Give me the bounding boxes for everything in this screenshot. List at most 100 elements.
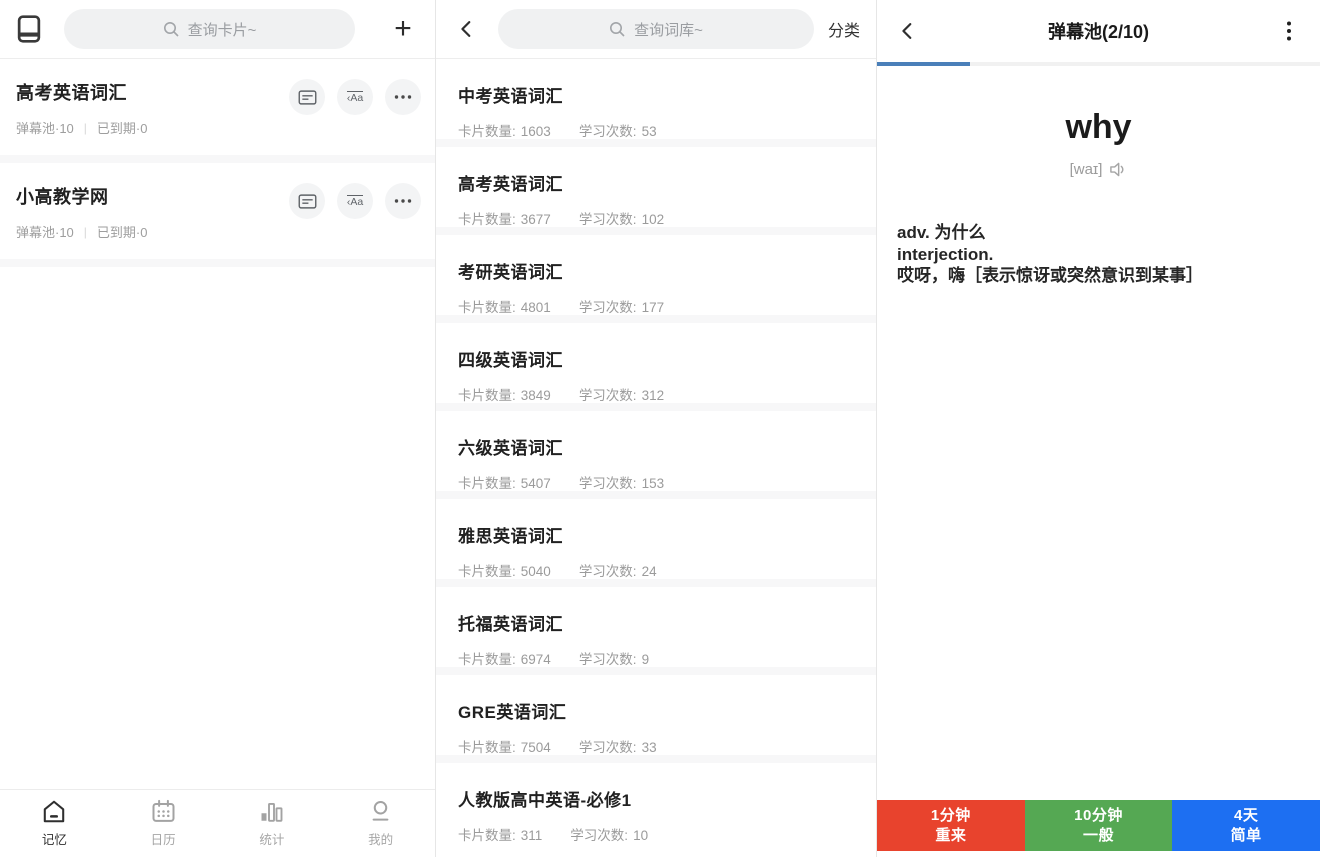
deck-list-panel: 查询卡片~ + 高考英语词汇 弹幕池·10 | 已到期·0 xyxy=(0,0,436,857)
nav-item-calendar[interactable]: 日历 xyxy=(109,790,218,857)
library-row[interactable]: 考研英语词汇 卡片数量:4801 学习次数:177 xyxy=(436,235,876,315)
cards-label: 卡片数量: xyxy=(458,740,516,755)
study-label: 学习次数: xyxy=(579,652,637,667)
library-title: 中考英语词汇 xyxy=(458,82,854,107)
library-row[interactable]: GRE英语词汇 卡片数量:7504 学习次数:33 xyxy=(436,675,876,755)
library-row[interactable]: 人教版高中英语-必修1 卡片数量:311 学习次数:10 xyxy=(436,763,876,843)
list-separator xyxy=(436,403,876,411)
deck-book-icon[interactable] xyxy=(14,13,44,45)
list-separator xyxy=(436,667,876,675)
study-label: 学习次数: xyxy=(579,388,637,403)
good-interval: 10分钟 xyxy=(1074,806,1123,826)
study-title: 弹幕池(2/10) xyxy=(923,18,1274,44)
part-of-speech: interjection. xyxy=(897,245,993,264)
cards-label: 卡片数量: xyxy=(458,476,516,491)
phonetic: [waɪ] xyxy=(1070,161,1103,178)
bar-chart-icon xyxy=(259,800,284,824)
menu-button[interactable] xyxy=(1274,16,1304,46)
font-mode-button[interactable]: ‹Aa xyxy=(337,79,373,115)
cards-count: 7504 xyxy=(521,740,551,755)
list-separator xyxy=(436,139,876,147)
study-count: 102 xyxy=(642,212,665,227)
deck-row[interactable]: 高考英语词汇 弹幕池·10 | 已到期·0 ‹Aa xyxy=(0,59,435,155)
search-cards-input[interactable]: 查询卡片~ xyxy=(64,9,355,49)
cards-count: 4801 xyxy=(521,300,551,315)
speaker-icon[interactable] xyxy=(1109,161,1127,178)
kebab-icon xyxy=(1287,21,1291,41)
card-icon xyxy=(298,194,317,209)
study-count: 24 xyxy=(642,564,657,579)
chevron-left-icon xyxy=(456,18,478,40)
more-options-button[interactable] xyxy=(385,183,421,219)
cards-label: 卡片数量: xyxy=(458,388,516,403)
back-button[interactable] xyxy=(893,16,923,46)
more-options-button[interactable] xyxy=(385,79,421,115)
study-count: 177 xyxy=(642,300,665,315)
search-cards-placeholder: 查询卡片~ xyxy=(188,19,257,40)
aa-icon: ‹Aa xyxy=(347,91,363,104)
study-count: 33 xyxy=(642,740,657,755)
library-title: 四级英语词汇 xyxy=(458,346,854,371)
cards-label: 卡片数量: xyxy=(458,652,516,667)
word: why xyxy=(877,108,1320,147)
category-link[interactable]: 分类 xyxy=(828,17,860,41)
study-label: 学习次数: xyxy=(579,124,637,139)
ellipsis-icon xyxy=(394,95,412,99)
search-icon xyxy=(163,21,180,38)
nav-item-memory[interactable]: 记忆 xyxy=(0,790,109,857)
nav-label: 统计 xyxy=(259,829,284,848)
nav-label: 记忆 xyxy=(42,829,67,848)
nav-item-stats[interactable]: 统计 xyxy=(218,790,327,857)
deck-expired-count: 已到期·0 xyxy=(97,118,148,137)
library-row[interactable]: 六级英语词汇 卡片数量:5407 学习次数:153 xyxy=(436,411,876,491)
person-icon xyxy=(368,799,393,824)
calendar-icon xyxy=(151,799,176,824)
search-library-input[interactable]: 查询词库~ xyxy=(498,9,814,49)
add-deck-button[interactable]: + xyxy=(385,11,421,47)
font-mode-button[interactable]: ‹Aa xyxy=(337,183,373,219)
again-button[interactable]: 1分钟 重来 xyxy=(877,800,1025,851)
study-count: 9 xyxy=(642,652,650,667)
deck-row[interactable]: 小高教学网 弹幕池·10 | 已到期·0 ‹Aa xyxy=(0,163,435,259)
list-separator xyxy=(436,491,876,499)
card-icon xyxy=(298,90,317,105)
library-header: 查询词库~ 分类 xyxy=(436,0,876,59)
library-title: 雅思英语词汇 xyxy=(458,522,854,547)
library-row[interactable]: 中考英语词汇 卡片数量:1603 学习次数:53 xyxy=(436,59,876,139)
study-panel: 弹幕池(2/10) why [waɪ] adv. 为什么 in xyxy=(877,0,1320,857)
deck-expired-count: 已到期·0 xyxy=(97,222,148,241)
cards-count: 1603 xyxy=(521,124,551,139)
nav-item-profile[interactable]: 我的 xyxy=(326,790,435,857)
cards-label: 卡片数量: xyxy=(458,124,516,139)
library-title: GRE英语词汇 xyxy=(458,698,854,723)
library-row[interactable]: 高考英语词汇 卡片数量:3677 学习次数:102 xyxy=(436,147,876,227)
study-header: 弹幕池(2/10) xyxy=(877,0,1320,62)
easy-button[interactable]: 4天 简单 xyxy=(1172,800,1320,851)
library-title: 考研英语词汇 xyxy=(458,258,854,283)
study-label: 学习次数: xyxy=(579,300,637,315)
library-row[interactable]: 雅思英语词汇 卡片数量:5040 学习次数:24 xyxy=(436,499,876,579)
list-separator xyxy=(0,259,435,267)
easy-interval: 4天 xyxy=(1234,806,1258,826)
browse-cards-button[interactable] xyxy=(289,79,325,115)
cards-count: 3849 xyxy=(521,388,551,403)
deck-list-header: 查询卡片~ + xyxy=(0,0,435,59)
library-title: 托福英语词汇 xyxy=(458,610,854,635)
search-icon xyxy=(609,21,626,38)
library-row[interactable]: 四级英语词汇 卡片数量:3849 学习次数:312 xyxy=(436,323,876,403)
back-button[interactable] xyxy=(452,14,482,44)
subtitle-divider: | xyxy=(84,121,87,135)
library-title: 高考英语词汇 xyxy=(458,170,854,195)
list-separator xyxy=(436,315,876,323)
progress-fill xyxy=(877,62,970,66)
cards-label: 卡片数量: xyxy=(458,564,516,579)
study-label: 学习次数: xyxy=(579,564,637,579)
again-interval: 1分钟 xyxy=(931,806,971,826)
answer-buttons: 1分钟 重来 10分钟 一般 4天 简单 xyxy=(877,800,1320,851)
good-button[interactable]: 10分钟 一般 xyxy=(1025,800,1173,851)
browse-cards-button[interactable] xyxy=(289,183,325,219)
progress-bar xyxy=(877,62,1320,66)
good-label: 一般 xyxy=(1083,826,1114,846)
library-row[interactable]: 托福英语词汇 卡片数量:6974 学习次数:9 xyxy=(436,587,876,667)
nav-label: 我的 xyxy=(368,829,393,848)
